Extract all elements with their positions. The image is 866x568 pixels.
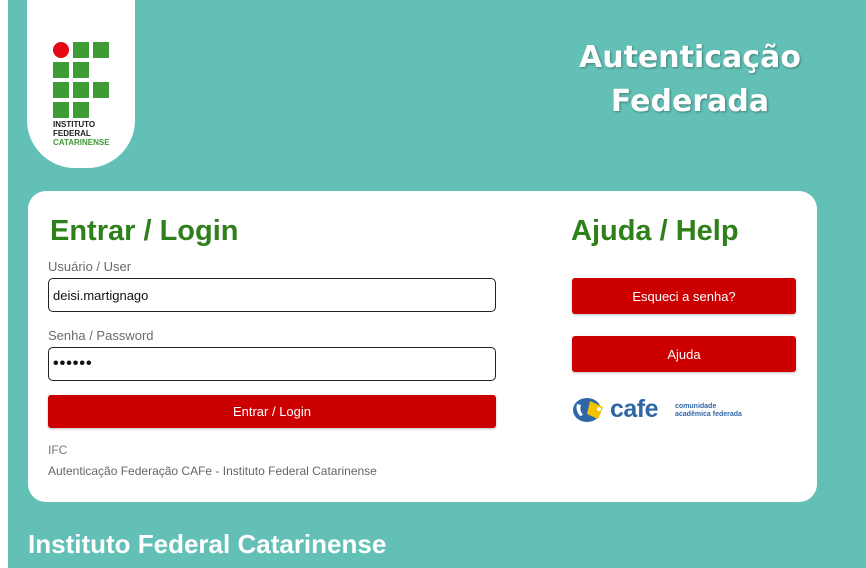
cafe-tagline-1: comunidade (675, 403, 717, 410)
help-button-label: Ajuda (667, 346, 701, 362)
username-input[interactable]: deisi.martignago (48, 278, 496, 312)
logo-line-1: INSTITUTO (53, 120, 96, 129)
username-value: deisi.martignago (53, 287, 149, 303)
forgot-password-button[interactable]: Esqueci a senha? (572, 278, 796, 314)
cafe-tagline-2: acadêmica federada (675, 411, 742, 418)
org-short: IFC (48, 443, 68, 457)
login-button-label: Entrar / Login (232, 404, 312, 419)
title-line-2: Federada (610, 84, 770, 119)
password-value: •••••• (53, 355, 93, 372)
logo-tab: INSTITUTO FEDERAL CATARINENSE (27, 0, 135, 168)
cafe-logo[interactable]: cafe comunidade acadêmica federada (572, 393, 772, 427)
cafe-word: cafe (610, 395, 659, 423)
ifc-logo-icon (53, 42, 109, 120)
logo-text: INSTITUTO FEDERAL CATARINENSE (53, 120, 133, 147)
logo-line-2: FEDERAL (53, 129, 91, 138)
login-button[interactable]: Entrar / Login (48, 395, 496, 428)
password-label: Senha / Password (48, 328, 154, 343)
cafe-tagline: comunidade acadêmica federada (675, 403, 765, 419)
password-input[interactable]: •••••• (48, 347, 496, 381)
help-button[interactable]: Ajuda (572, 336, 796, 372)
cafe-cup-icon (573, 398, 603, 422)
login-card: Entrar / Login Usuário / User deisi.mart… (28, 191, 817, 502)
forgot-password-label: Esqueci a senha? (632, 288, 736, 304)
title-line-1: Autenticação (579, 40, 801, 75)
bottom-title: Instituto Federal Catarinense (28, 529, 387, 559)
help-heading: Ajuda / Help (571, 215, 739, 247)
page-title: Autenticação Federada (560, 36, 820, 124)
logo-line-3: CATARINENSE (53, 138, 110, 147)
user-label: Usuário / User (48, 259, 132, 274)
login-heading: Entrar / Login (50, 215, 239, 247)
org-full: Autenticação Federação CAFe - Instituto … (48, 464, 377, 478)
